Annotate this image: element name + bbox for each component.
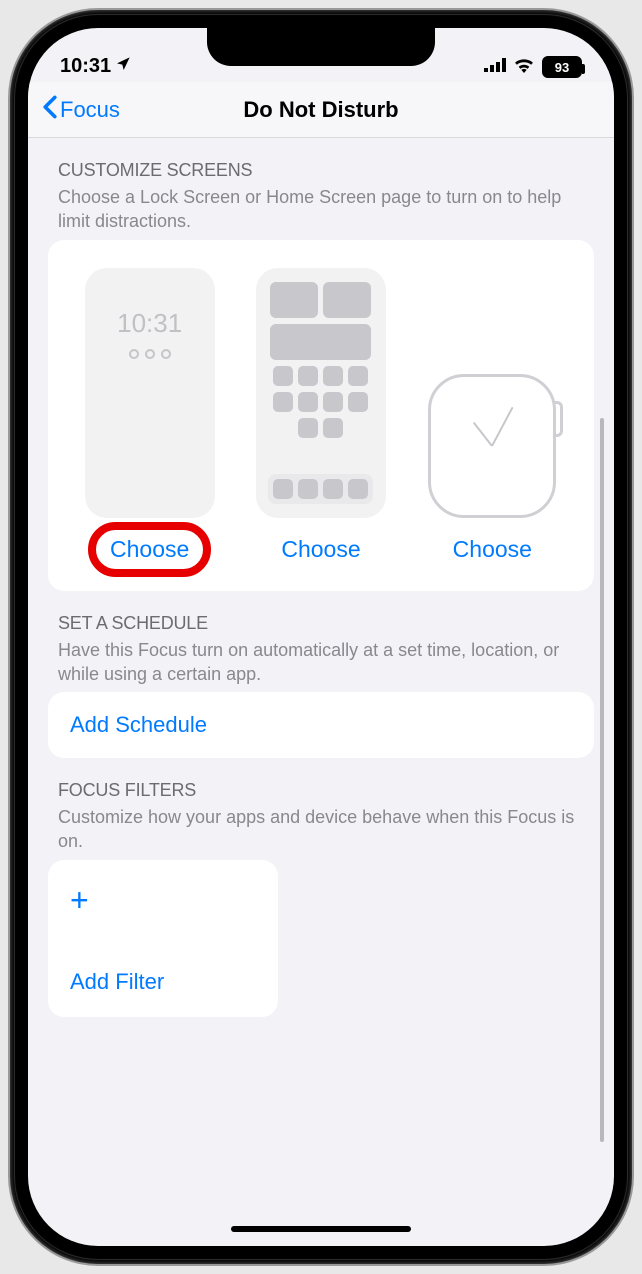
choose-watch-button[interactable]: Choose: [453, 536, 532, 563]
home-screen-preview[interactable]: [256, 268, 386, 518]
lock-widget-dots: [129, 349, 171, 359]
wifi-icon: [513, 57, 535, 78]
add-filter-label: Add Filter: [70, 969, 256, 995]
filters-sub: Customize how your apps and device behav…: [58, 805, 584, 854]
chevron-left-icon: [42, 95, 58, 125]
battery-percent: 93: [555, 60, 569, 75]
notch: [207, 28, 435, 66]
home-indicator[interactable]: [231, 1226, 411, 1232]
nav-title: Do Not Disturb: [243, 97, 398, 123]
add-schedule-button[interactable]: Add Schedule: [48, 692, 594, 758]
lock-time: 10:31: [117, 308, 182, 339]
watch-preview[interactable]: [428, 268, 556, 518]
filters-header: FOCUS FILTERS Customize how your apps an…: [48, 758, 594, 860]
lock-screen-preview[interactable]: 10:31: [85, 268, 215, 518]
schedule-title: SET A SCHEDULE: [58, 613, 584, 634]
customize-card: 10:31 Choose: [48, 240, 594, 591]
scroll-indicator[interactable]: [600, 418, 604, 1142]
status-time: 10:31: [60, 55, 111, 78]
content: CUSTOMIZE SCREENS Choose a Lock Screen o…: [28, 138, 614, 1017]
choose-lock-screen-button[interactable]: Choose: [110, 536, 189, 563]
battery-icon: 93: [542, 56, 582, 78]
schedule-card: Add Schedule: [48, 692, 594, 758]
filters-title: FOCUS FILTERS: [58, 780, 584, 801]
customize-title: CUSTOMIZE SCREENS: [58, 160, 584, 181]
cellular-icon: [484, 58, 506, 77]
schedule-sub: Have this Focus turn on automatically at…: [58, 638, 584, 687]
lock-screen-column: 10:31 Choose: [68, 268, 231, 563]
plus-icon: +: [70, 882, 256, 919]
back-label: Focus: [60, 97, 120, 123]
home-screen-column: Choose: [239, 268, 402, 563]
customize-header: CUSTOMIZE SCREENS Choose a Lock Screen o…: [48, 138, 594, 240]
location-icon: [115, 55, 131, 78]
device-frame: 10:31 93: [10, 10, 632, 1264]
customize-sub: Choose a Lock Screen or Home Screen page…: [58, 185, 584, 234]
choose-home-screen-button[interactable]: Choose: [281, 536, 360, 563]
screen: 10:31 93: [28, 28, 614, 1246]
back-button[interactable]: Focus: [28, 95, 120, 125]
schedule-header: SET A SCHEDULE Have this Focus turn on a…: [48, 591, 594, 693]
nav-bar: Focus Do Not Disturb: [28, 82, 614, 138]
watch-column: Choose: [411, 268, 574, 563]
add-filter-card[interactable]: + Add Filter: [48, 860, 278, 1017]
